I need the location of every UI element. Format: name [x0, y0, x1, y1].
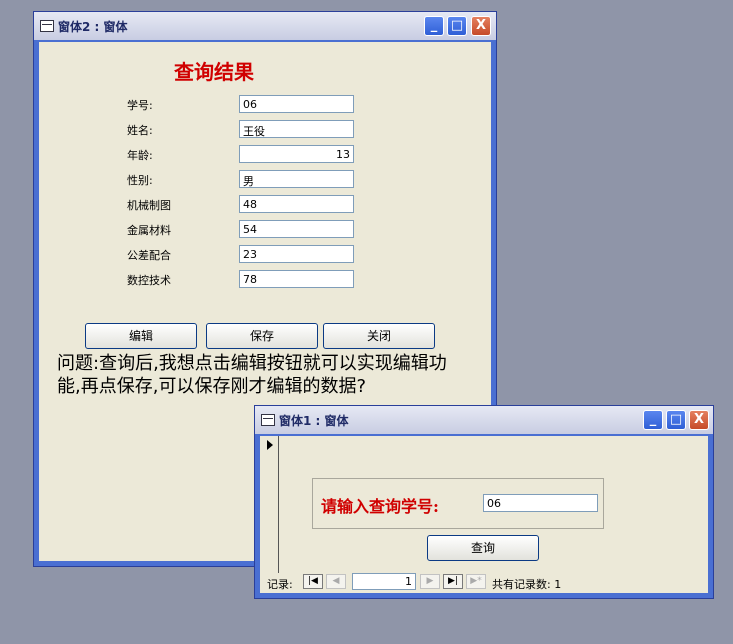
- form1-titlebar[interactable]: 窗体1 : 窗体 _ □ X: [255, 406, 713, 434]
- record-navigator: 记录: |◀ ◀ 1 ▶ ▶| ▶* 共有记录数: 1: [260, 571, 708, 593]
- query-button[interactable]: 查询: [427, 535, 539, 561]
- field-input-materials[interactable]: 54: [239, 220, 354, 238]
- first-record-icon[interactable]: |◀: [303, 574, 323, 589]
- form-icon: [261, 414, 275, 426]
- previous-record-icon[interactable]: ◀: [326, 574, 346, 589]
- form1-title: 窗体1 : 窗体: [279, 414, 349, 428]
- record-selector[interactable]: [260, 436, 279, 573]
- record-number-input[interactable]: 1: [352, 573, 416, 590]
- form1-client: 请输入查询学号: 06 查询 记录: |◀ ◀ 1 ▶ ▶| ▶* 共有记录数:…: [260, 436, 708, 593]
- record-nav-label: 记录:: [267, 578, 293, 591]
- close-button[interactable]: 关闭: [323, 323, 435, 349]
- new-record-icon[interactable]: ▶*: [466, 574, 486, 589]
- query-id-input[interactable]: 06: [483, 494, 598, 512]
- close-icon[interactable]: X: [471, 16, 491, 36]
- form2-titlebar[interactable]: 窗体2 : 窗体 _ □ X: [34, 12, 496, 40]
- current-record-arrow-icon: [267, 440, 273, 450]
- close-icon[interactable]: X: [689, 410, 709, 430]
- field-label-cnc: 数控技术: [127, 274, 171, 287]
- field-label-id: 学号:: [127, 99, 153, 112]
- result-heading: 查询结果: [174, 60, 254, 84]
- field-label-drawing: 机械制图: [127, 199, 171, 212]
- save-button[interactable]: 保存: [206, 323, 318, 349]
- maximize-icon[interactable]: □: [447, 16, 467, 36]
- field-label-age: 年龄:: [127, 149, 153, 162]
- edit-button[interactable]: 编辑: [85, 323, 197, 349]
- minimize-icon[interactable]: _: [424, 16, 444, 36]
- query-panel: 请输入查询学号: 06: [312, 478, 604, 529]
- field-label-tolerance: 公差配合: [127, 249, 171, 262]
- field-input-name[interactable]: 王役: [239, 120, 354, 138]
- field-input-id[interactable]: 06: [239, 95, 354, 113]
- field-input-age[interactable]: 13: [239, 145, 354, 163]
- next-record-icon[interactable]: ▶: [420, 574, 440, 589]
- form2-title: 窗体2 : 窗体: [58, 20, 128, 34]
- field-input-cnc[interactable]: 78: [239, 270, 354, 288]
- maximize-icon[interactable]: □: [666, 410, 686, 430]
- form1-window: 窗体1 : 窗体 _ □ X 请输入查询学号: 06 查询 记录: |◀ ◀ 1…: [254, 405, 714, 599]
- last-record-icon[interactable]: ▶|: [443, 574, 463, 589]
- field-input-gender[interactable]: 男: [239, 170, 354, 188]
- form-icon: [40, 20, 54, 32]
- field-input-tolerance[interactable]: 23: [239, 245, 354, 263]
- field-input-drawing[interactable]: 48: [239, 195, 354, 213]
- record-count-text: 共有记录数: 1: [492, 578, 562, 591]
- field-label-name: 姓名:: [127, 124, 153, 137]
- field-label-gender: 性别:: [127, 174, 153, 187]
- query-prompt-label: 请输入查询学号:: [321, 497, 439, 516]
- minimize-icon[interactable]: _: [643, 410, 663, 430]
- question-text: 问题:查询后,我想点击编辑按钮就可以实现编辑功能,再点保存,可以保存刚才编辑的数…: [57, 353, 447, 397]
- field-label-materials: 金属材料: [127, 224, 171, 237]
